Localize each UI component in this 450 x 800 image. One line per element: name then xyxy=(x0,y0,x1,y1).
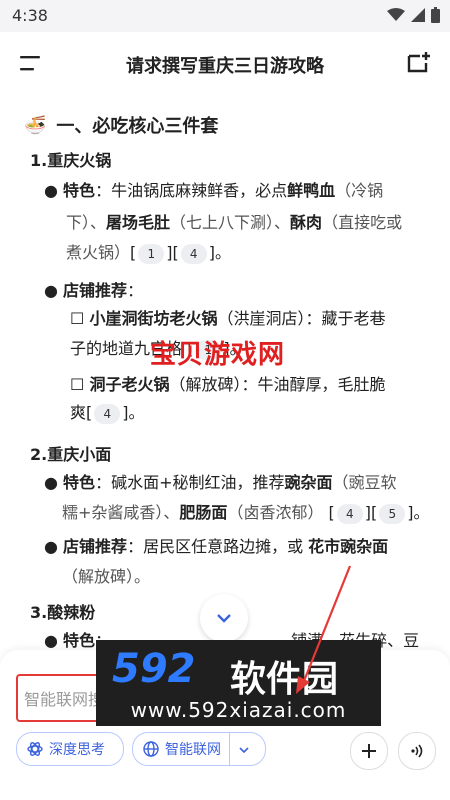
hotpot-feature-line-2: 下）、屠场毛肚（七上八下涮）、酥肉（直接吃或 xyxy=(66,213,403,232)
chevron-down-icon xyxy=(239,747,249,754)
citation-badge[interactable]: 5 xyxy=(379,503,406,524)
globe-icon xyxy=(143,741,159,757)
chat-content: 🍜 一、必吃核心三件套 1.重庆火锅 ● 特色：牛油锅底麻辣鲜香，必点鲜鸭血（冷… xyxy=(0,94,450,654)
voice-input-button[interactable] xyxy=(398,732,436,770)
message-input[interactable]: 智能联网搜 xyxy=(16,674,104,722)
web-search-label: 智能联网 xyxy=(165,742,221,758)
shop2-line-2: 爽[4]。 xyxy=(70,403,145,424)
signal-icon xyxy=(411,8,425,22)
page-title: 请求撰写重庆三日游攻略 xyxy=(126,56,324,77)
shop1-line-1: ☐ 小崖洞街坊老火锅（洪崖洞店）：藏于老巷 xyxy=(70,309,386,328)
wifi-icon xyxy=(387,8,405,21)
noodle-feature-line-1: ● 特色：碱水面+秘制红油，推荐豌杂面（豌豆软 xyxy=(44,473,397,492)
watermark-text: 宝贝游戏网 xyxy=(150,340,286,370)
new-chat-icon[interactable] xyxy=(406,50,432,76)
web-search-dropdown[interactable] xyxy=(230,741,258,757)
deep-think-label: 深度思考 xyxy=(49,742,105,758)
noodle-shop-line-1: ● 店铺推荐：居民区任意路边摊，或 花市豌杂面 xyxy=(44,537,389,556)
citation-badge[interactable]: 4 xyxy=(94,403,121,424)
noodle-feature-line-2: 糯+杂酱咸香）、肥肠面（卤香浓郁） [4][5]。 xyxy=(62,503,430,524)
hotpot-feature-line-3: 煮火锅）[1][4]。 xyxy=(66,243,231,264)
status-icons xyxy=(387,7,440,23)
voice-icon xyxy=(411,744,423,758)
message-input-placeholder: 智能联网搜 xyxy=(24,690,105,709)
status-time: 4:38 xyxy=(12,6,48,25)
web-search-button[interactable]: 智能联网 xyxy=(132,732,266,766)
battery-icon xyxy=(431,7,440,23)
section-heading: 🍜 一、必吃核心三件套 xyxy=(24,112,218,138)
noodle-bowl-icon: 🍜 xyxy=(24,114,47,136)
noodle-shop-line-2: （解放碑）。 xyxy=(62,567,151,586)
add-attachment-button[interactable] xyxy=(350,732,388,770)
plus-icon xyxy=(362,744,376,758)
citation-badge[interactable]: 4 xyxy=(180,243,207,264)
logo-watermark: 592 软件园 www.592xiazai.com xyxy=(96,640,381,726)
logo-number: 592 xyxy=(112,646,196,692)
top-bar: 请求撰写重庆三日游攻略 xyxy=(0,32,450,94)
citation-badge[interactable]: 4 xyxy=(336,503,363,524)
deep-think-button[interactable]: 深度思考 xyxy=(16,732,124,766)
chevron-down-icon xyxy=(217,614,231,623)
section-heading-text: 一、必吃核心三件套 xyxy=(56,116,219,137)
hotpot-title: 1.重庆火锅 xyxy=(30,151,112,170)
status-bar: 4:38 xyxy=(0,0,450,32)
citation-badge[interactable]: 1 xyxy=(138,243,165,264)
scroll-down-button[interactable] xyxy=(200,594,248,642)
hotpot-feature-line-1: ● 特色：牛油锅底麻辣鲜香，必点鲜鸭血（冷锅 xyxy=(44,181,384,200)
logo-name: 软件园 xyxy=(230,659,339,700)
logo-url: www.592xiazai.com xyxy=(130,698,347,722)
atom-icon xyxy=(27,742,43,756)
